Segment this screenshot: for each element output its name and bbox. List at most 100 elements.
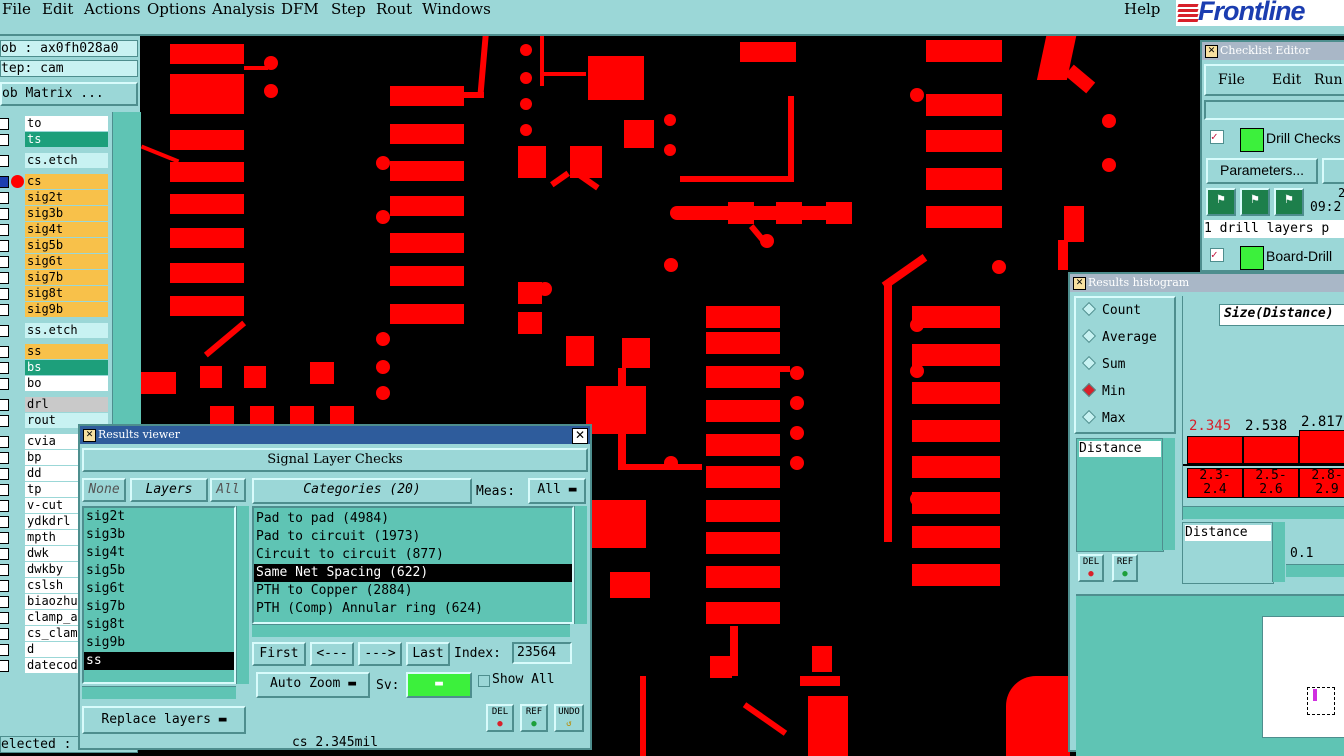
- layer-name[interactable]: sig8t: [25, 286, 108, 301]
- option-max[interactable]: Max: [1081, 409, 1125, 428]
- histogram-bar-3[interactable]: [1299, 430, 1344, 464]
- option-min[interactable]: Min: [1081, 382, 1125, 401]
- layer-checkbox[interactable]: [0, 192, 9, 204]
- menu-windows[interactable]: Windows: [422, 0, 491, 18]
- board-drill-label[interactable]: Board-Drill: [1266, 248, 1332, 264]
- menu-actions[interactable]: Actions: [84, 0, 140, 18]
- layer-checkbox[interactable]: [0, 224, 9, 236]
- category-item[interactable]: Circuit to circuit (877): [254, 546, 572, 564]
- layer-results-hscroll[interactable]: [82, 686, 236, 699]
- layer-checkbox[interactable]: [0, 272, 9, 284]
- last-button[interactable]: Last: [406, 642, 450, 666]
- layer-checkbox[interactable]: [0, 548, 9, 560]
- run-icon-button-3[interactable]: ⚑: [1274, 188, 1304, 216]
- layers-button[interactable]: Layers: [130, 478, 208, 502]
- window-menu-icon[interactable]: ✕: [1205, 45, 1218, 58]
- result-layer-item[interactable]: sig2t: [84, 508, 234, 526]
- drill-checks-checkbox[interactable]: ✓: [1210, 130, 1224, 144]
- categories-button[interactable]: Categories (20): [252, 478, 472, 504]
- layer-checkbox[interactable]: [0, 362, 9, 374]
- parameters-extra-button[interactable]: [1322, 158, 1344, 184]
- layer-checkbox[interactable]: [0, 468, 9, 480]
- layer-name[interactable]: cs.etch: [25, 153, 108, 168]
- menu-options[interactable]: Options: [147, 0, 206, 18]
- layer-results-vscroll[interactable]: [236, 506, 249, 684]
- category-item[interactable]: Pad to pad (4984): [254, 510, 572, 528]
- hist-ref-button[interactable]: REF ●: [1112, 554, 1138, 582]
- layer-checkbox[interactable]: [0, 176, 9, 188]
- histogram-left-vscroll[interactable]: [1162, 438, 1175, 550]
- layer-row-sig4t[interactable]: sig4t: [0, 222, 112, 237]
- meas-select[interactable]: All ▬: [528, 478, 586, 504]
- bin-label-3[interactable]: 2.8- 2.9: [1299, 468, 1344, 498]
- layer-row-to[interactable]: to: [0, 116, 112, 131]
- layer-name[interactable]: cs: [25, 174, 108, 189]
- layer-checkbox[interactable]: [0, 564, 9, 576]
- menu-rout[interactable]: Rout: [376, 0, 412, 18]
- layer-row-sig8t[interactable]: sig8t: [0, 286, 112, 301]
- layer-row-sig7b[interactable]: sig7b: [0, 270, 112, 285]
- layer-name[interactable]: to: [25, 116, 108, 131]
- index-input[interactable]: 23564: [512, 642, 572, 664]
- layer-checkbox[interactable]: [0, 240, 9, 252]
- layer-row-ss.etch[interactable]: ss.etch: [0, 323, 112, 338]
- histogram-hscroll[interactable]: [1183, 506, 1344, 519]
- option-average[interactable]: Average: [1081, 328, 1157, 347]
- checklist-menu-file[interactable]: File: [1218, 72, 1245, 88]
- ref-button[interactable]: REF ●: [520, 704, 548, 732]
- first-button[interactable]: First: [252, 642, 306, 666]
- result-layer-item[interactable]: sig7b: [84, 598, 234, 616]
- menu-edit[interactable]: Edit: [42, 0, 73, 18]
- histogram-lower-vscroll[interactable]: [1272, 522, 1285, 582]
- board-drill-checkbox[interactable]: ✓: [1210, 248, 1224, 262]
- checklist-menu-edit[interactable]: Edit: [1272, 72, 1301, 88]
- layer-checkbox[interactable]: [0, 500, 9, 512]
- layer-row-cs.etch[interactable]: cs.etch: [0, 153, 112, 168]
- layer-checkbox[interactable]: [0, 436, 9, 448]
- menu-file[interactable]: File: [2, 0, 31, 18]
- layer-checkbox[interactable]: [0, 346, 9, 358]
- undo-button[interactable]: UNDO ↺: [554, 704, 584, 732]
- menu-dfm[interactable]: DFM: [281, 0, 319, 18]
- layer-name[interactable]: sig5b: [25, 238, 108, 253]
- menu-step[interactable]: Step: [331, 0, 366, 18]
- layer-checkbox[interactable]: [0, 660, 9, 672]
- hist-del-button[interactable]: DEL ●: [1078, 554, 1104, 582]
- result-layer-item[interactable]: sig8t: [84, 616, 234, 634]
- layer-checkbox[interactable]: [0, 304, 9, 316]
- category-item[interactable]: PTH (Comp) Annular ring (624): [254, 600, 572, 618]
- bin-label-1[interactable]: 2.3- 2.4: [1187, 468, 1243, 498]
- layer-row-sig5b[interactable]: sig5b: [0, 238, 112, 253]
- layer-checkbox[interactable]: [0, 612, 9, 624]
- categories-list[interactable]: Pad to pad (4984) Pad to circuit (1973) Ci…: [252, 506, 574, 624]
- results-viewer-titlebar[interactable]: ✕ Results viewer ✕: [80, 426, 590, 444]
- layer-checkbox[interactable]: [0, 118, 9, 130]
- layer-name[interactable]: sig4t: [25, 222, 108, 237]
- result-layer-item[interactable]: sig4t: [84, 544, 234, 562]
- results-histogram-titlebar[interactable]: ✕ Results histogram: [1070, 274, 1344, 292]
- layer-name[interactable]: ss.etch: [25, 323, 108, 338]
- layer-name[interactable]: ss: [25, 344, 108, 359]
- overview-viewport[interactable]: [1307, 687, 1335, 715]
- layer-results-list[interactable]: sig2t sig3b sig4t sig5b sig6t sig7b sig8t sig9b…: [82, 506, 236, 684]
- layer-row-sig9b[interactable]: sig9b: [0, 302, 112, 317]
- layer-name[interactable]: sig9b: [25, 302, 108, 317]
- result-layer-item[interactable]: sig5b: [84, 562, 234, 580]
- layer-name[interactable]: ts: [25, 132, 108, 147]
- result-layer-item[interactable]: sig9b: [84, 634, 234, 652]
- run-icon-button-2[interactable]: ⚑: [1240, 188, 1270, 216]
- show-all-checkbox[interactable]: [478, 675, 490, 687]
- layer-row-bs[interactable]: bs: [0, 360, 112, 375]
- histogram-bar-2[interactable]: [1243, 436, 1299, 464]
- category-item[interactable]: Pad to circuit (1973): [254, 528, 572, 546]
- layer-row-ts[interactable]: ts: [0, 132, 112, 147]
- parameters-button[interactable]: Parameters...: [1206, 158, 1318, 184]
- layer-checkbox[interactable]: [0, 580, 9, 592]
- layer-checkbox[interactable]: [0, 288, 9, 300]
- layer-row-sig3b[interactable]: sig3b: [0, 206, 112, 221]
- layer-checkbox[interactable]: [0, 516, 9, 528]
- severity-select[interactable]: ▬: [406, 672, 472, 698]
- drill-checks-label[interactable]: Drill Checks: [1266, 130, 1341, 146]
- category-item[interactable]: PTH to Copper (2884): [254, 582, 572, 600]
- close-icon[interactable]: ✕: [572, 428, 588, 444]
